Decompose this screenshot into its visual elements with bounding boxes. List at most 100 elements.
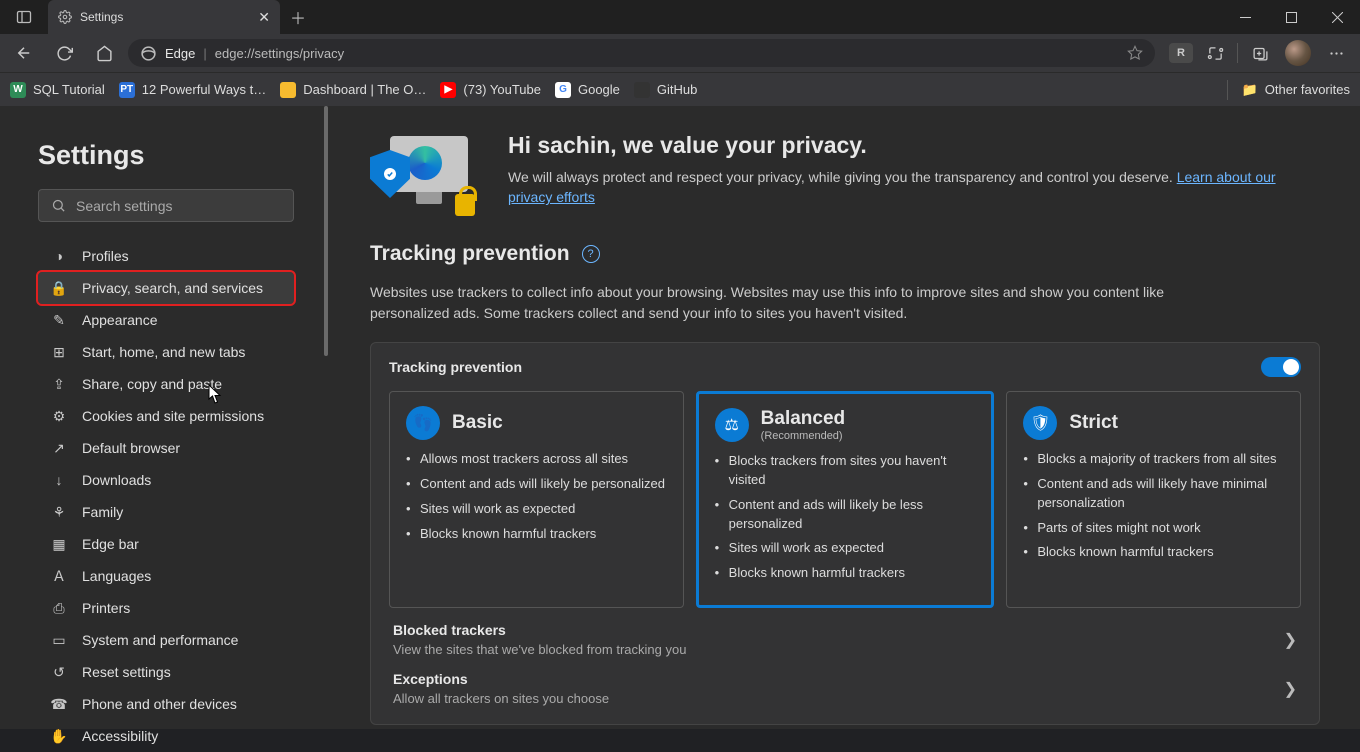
info-icon[interactable]: ? bbox=[582, 245, 600, 263]
bookmark-item[interactable]: ▶(73) YouTube bbox=[440, 82, 541, 98]
search-placeholder: Search settings bbox=[76, 198, 173, 214]
address-separator: | bbox=[203, 46, 206, 61]
tracking-panel: Tracking prevention 👣BasicAllows most tr… bbox=[370, 342, 1320, 725]
card-point: Blocks trackers from sites you haven't v… bbox=[715, 452, 976, 490]
tracking-title: Tracking prevention bbox=[370, 242, 570, 266]
sidebar-item-appearance[interactable]: ✎Appearance bbox=[38, 304, 294, 336]
settings-sidebar: Settings Search settings ◑Profiles🔒Priva… bbox=[0, 106, 330, 729]
sidebar-item-accessibility[interactable]: ✋Accessibility bbox=[38, 720, 294, 752]
extensions-button[interactable] bbox=[1199, 38, 1231, 68]
toolbar-badge[interactable]: R bbox=[1169, 43, 1193, 63]
tracking-card-strict[interactable]: 🛡StrictBlocks a majority of trackers fro… bbox=[1006, 391, 1301, 608]
nav-label: Profiles bbox=[82, 248, 129, 264]
nav-icon: ⊞ bbox=[50, 344, 68, 361]
settings-main: Hi sachin, we value your privacy. We wil… bbox=[330, 106, 1360, 729]
card-subtitle: (Recommended) bbox=[761, 430, 845, 442]
sidebar-item-phone-and-other-devices[interactable]: ☎Phone and other devices bbox=[38, 688, 294, 720]
sidebar-item-printers[interactable]: ⎙ Printers bbox=[38, 592, 294, 624]
card-title: Basic bbox=[452, 412, 503, 433]
sidebar-item-reset-settings[interactable]: ↺Reset settings bbox=[38, 656, 294, 688]
sidebar-item-system-and-performance[interactable]: ▭System and performance bbox=[38, 624, 294, 656]
sidebar-item-cookies-and-site-permissions[interactable]: ⚙ Cookies and site permissions bbox=[38, 400, 294, 432]
nav-label: Phone and other devices bbox=[82, 696, 237, 712]
nav-icon: ⚙ bbox=[50, 408, 68, 425]
favicon: PT bbox=[119, 82, 135, 98]
sidebar-item-privacy-search-and-services[interactable]: 🔒Privacy, search, and services bbox=[38, 272, 294, 304]
close-window-button[interactable] bbox=[1314, 0, 1360, 34]
tab-settings[interactable]: Settings ✕ bbox=[48, 0, 280, 34]
new-tab-button[interactable]: ＋ bbox=[280, 0, 316, 34]
nav-label: Appearance bbox=[82, 312, 158, 328]
sidebar-item-family[interactable]: ⚘ Family bbox=[38, 496, 294, 528]
favicon bbox=[634, 82, 650, 98]
title-bar: Settings ✕ ＋ bbox=[0, 0, 1360, 34]
tab-actions-button[interactable] bbox=[0, 0, 48, 34]
refresh-button[interactable] bbox=[48, 38, 80, 68]
other-favorites-label: Other favorites bbox=[1265, 82, 1350, 97]
bookmark-item[interactable]: Dashboard | The O… bbox=[280, 82, 426, 98]
site-label: Edge bbox=[165, 46, 195, 61]
tracking-section-header: Tracking prevention ? bbox=[370, 242, 1320, 266]
profile-button[interactable] bbox=[1282, 38, 1314, 68]
nav-label: Cookies and site permissions bbox=[82, 408, 264, 424]
sidebar-item-languages[interactable]: ＡLanguages bbox=[38, 560, 294, 592]
other-favorites[interactable]: 📁Other favorites bbox=[1242, 82, 1350, 98]
sidebar-item-edge-bar[interactable]: ▦Edge bar bbox=[38, 528, 294, 560]
nav-label: Accessibility bbox=[82, 728, 158, 744]
tracking-card-basic[interactable]: 👣BasicAllows most trackers across all si… bbox=[389, 391, 684, 608]
card-point: Content and ads will likely have minimal… bbox=[1023, 475, 1284, 513]
bookmark-item[interactable]: WSQL Tutorial bbox=[10, 82, 105, 98]
bookmark-label: Google bbox=[578, 82, 620, 97]
bookmark-item[interactable]: GitHub bbox=[634, 82, 697, 98]
nav-label: Family bbox=[82, 504, 123, 520]
exceptions-sub: Allow all trackers on sites you choose bbox=[393, 691, 609, 706]
hero-heading: Hi sachin, we value your privacy. bbox=[508, 132, 1320, 159]
favorite-button[interactable] bbox=[1127, 45, 1143, 61]
nav-icon: ◑ bbox=[50, 248, 68, 264]
sidebar-item-downloads[interactable]: ↓Downloads bbox=[38, 464, 294, 496]
sidebar-scrollbar[interactable] bbox=[322, 106, 330, 729]
nav-icon: ▭ bbox=[50, 632, 68, 649]
nav-label: Start, home, and new tabs bbox=[82, 344, 245, 360]
url-text: edge://settings/privacy bbox=[215, 46, 344, 61]
sidebar-item-default-browser[interactable]: ↗Default browser bbox=[38, 432, 294, 464]
favicon: W bbox=[10, 82, 26, 98]
maximize-button[interactable] bbox=[1268, 0, 1314, 34]
bookmark-item[interactable]: GGoogle bbox=[555, 82, 620, 98]
nav-label: Printers bbox=[82, 600, 130, 616]
tracking-desc: Websites use trackers to collect info ab… bbox=[370, 282, 1170, 324]
tab-close-button[interactable]: ✕ bbox=[258, 9, 270, 26]
search-settings-input[interactable]: Search settings bbox=[38, 189, 294, 222]
card-point: Parts of sites might not work bbox=[1023, 519, 1284, 538]
favicon bbox=[280, 82, 296, 98]
bookmarks-bar: WSQL Tutorial PT12 Powerful Ways t… Dashbo… bbox=[0, 72, 1360, 106]
card-title: Balanced bbox=[761, 408, 845, 429]
tracking-card-balanced[interactable]: ⚖ Balanced(Recommended) Blocks trackers fr… bbox=[696, 391, 995, 608]
sidebar-item-profiles[interactable]: ◑ Profiles bbox=[38, 240, 294, 272]
card-icon: ⚖ bbox=[715, 408, 749, 442]
tab-strip: Settings ✕ bbox=[48, 0, 280, 34]
menu-button[interactable] bbox=[1320, 38, 1352, 68]
tracking-toggle[interactable] bbox=[1261, 357, 1301, 377]
exceptions-row[interactable]: Exceptions Allow all trackers on sites y… bbox=[389, 657, 1301, 706]
minimize-button[interactable] bbox=[1222, 0, 1268, 34]
collections-button[interactable] bbox=[1244, 38, 1276, 68]
sidebar-item-share-copy-and-paste[interactable]: ⇪Share, copy and paste bbox=[38, 368, 294, 400]
nav-icon: ⎙ bbox=[50, 600, 68, 617]
card-point: Sites will work as expected bbox=[406, 500, 667, 519]
settings-nav: ◑ Profiles 🔒Privacy, search, and services✎… bbox=[38, 240, 294, 752]
address-bar[interactable]: Edge | edge://settings/privacy bbox=[128, 39, 1155, 67]
sidebar-item-start-home-and-new-tabs[interactable]: ⊞ Start, home, and new tabs bbox=[38, 336, 294, 368]
home-button[interactable] bbox=[88, 38, 120, 68]
nav-icon: ⚘ bbox=[50, 504, 68, 521]
hero-body: We will always protect and respect your … bbox=[508, 167, 1320, 208]
chevron-right-icon: ❯ bbox=[1284, 679, 1297, 699]
card-point: Content and ads will likely be personali… bbox=[406, 475, 667, 494]
settings-page: Settings Search settings ◑Profiles🔒Priva… bbox=[0, 106, 1360, 729]
blocked-trackers-row[interactable]: Blocked trackers View the sites that we'… bbox=[389, 608, 1301, 657]
search-icon bbox=[51, 198, 66, 213]
back-button[interactable] bbox=[8, 38, 40, 68]
card-point: Blocks a majority of trackers from all s… bbox=[1023, 450, 1284, 469]
bookmark-item[interactable]: PT12 Powerful Ways t… bbox=[119, 82, 267, 98]
nav-label: Languages bbox=[82, 568, 151, 584]
